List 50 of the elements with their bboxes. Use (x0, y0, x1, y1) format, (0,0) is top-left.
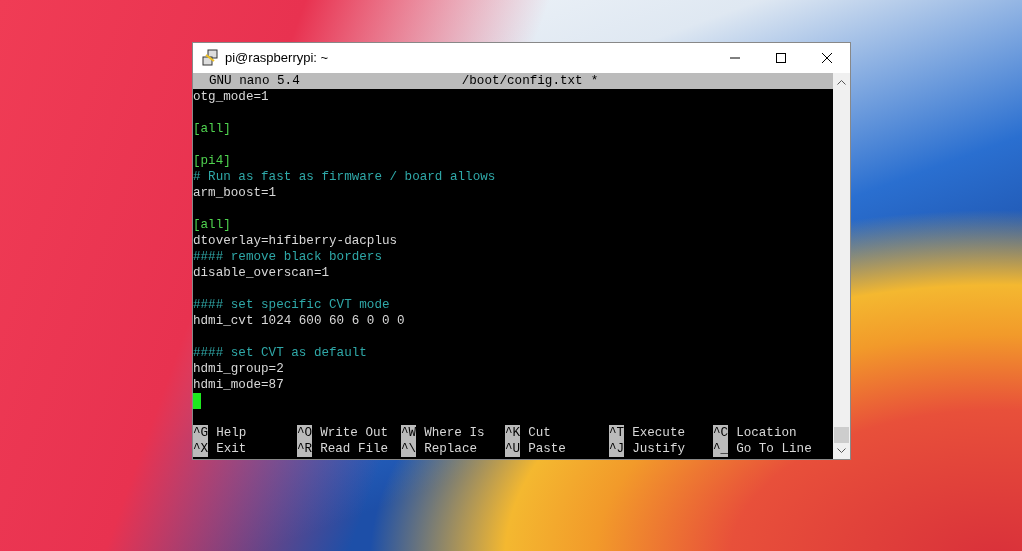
file-name: /boot/config.txt (461, 73, 583, 89)
shortcut-key: ^K (505, 425, 521, 441)
section-header: [all] (193, 218, 231, 232)
shortcut-label: Exit (216, 441, 247, 457)
shortcut-label: Read File (320, 441, 389, 457)
shortcut-key: ^C (713, 425, 729, 441)
comment-line: #### set specific CVT mode (193, 298, 390, 312)
maximize-icon (775, 52, 787, 64)
modified-mark: * (590, 73, 599, 89)
config-line: dtoverlay=hifiberry-dacplus (193, 234, 398, 248)
scroll-up-icon[interactable] (837, 79, 846, 85)
config-line: hdmi_group=2 (193, 362, 284, 376)
shortcut-label: Replace (424, 441, 478, 457)
config-line: disable_overscan=1 (193, 266, 330, 280)
window-title: pi@raspberrypi: ~ (225, 49, 329, 68)
shortcut-key: ^R (297, 441, 313, 457)
scrollbar-thumb[interactable] (834, 427, 849, 443)
shortcut-label: Justify (632, 441, 686, 457)
comment-line: # Run as fast as firmware / board allows (193, 170, 496, 184)
putty-icon (201, 49, 219, 67)
section-header: [pi4] (193, 154, 231, 168)
shortcut-label: Write Out (320, 425, 389, 441)
close-icon (821, 52, 833, 64)
config-line: hdmi_mode=87 (193, 378, 284, 392)
comment-line: #### set CVT as default (193, 346, 367, 360)
shortcut-key: ^\ (401, 441, 417, 457)
shortcut-key: ^T (609, 425, 625, 441)
config-line: hdmi_cvt 1024 600 60 6 0 0 0 (193, 314, 405, 328)
shortcut-label: Location (736, 425, 797, 441)
shortcut-label: Cut (528, 425, 551, 441)
config-line: arm_boost=1 (193, 186, 277, 200)
scroll-down-icon[interactable] (837, 448, 846, 454)
shortcut-key: ^W (401, 425, 417, 441)
config-line: otg_mode=1 (193, 90, 269, 104)
section-header: [all] (193, 122, 231, 136)
shortcut-key: ^U (505, 441, 521, 457)
shortcut-key: ^O (297, 425, 313, 441)
shortcut-label: Go To Line (736, 441, 812, 457)
shortcut-label: Where Is (424, 425, 485, 441)
shortcut-key: ^J (609, 441, 625, 457)
shortcut-key: ^_ (713, 441, 729, 457)
shortcut-key: ^G (193, 425, 209, 441)
shortcut-label: Execute (632, 425, 686, 441)
editor-version: GNU nano 5.4 (209, 73, 300, 89)
shortcut-key: ^X (193, 441, 209, 457)
comment-line: #### remove black borders (193, 250, 382, 264)
text-cursor (193, 393, 201, 409)
shortcut-label: Paste (528, 441, 566, 457)
shortcut-label: Help (216, 425, 247, 441)
scrollbar[interactable] (833, 73, 850, 459)
